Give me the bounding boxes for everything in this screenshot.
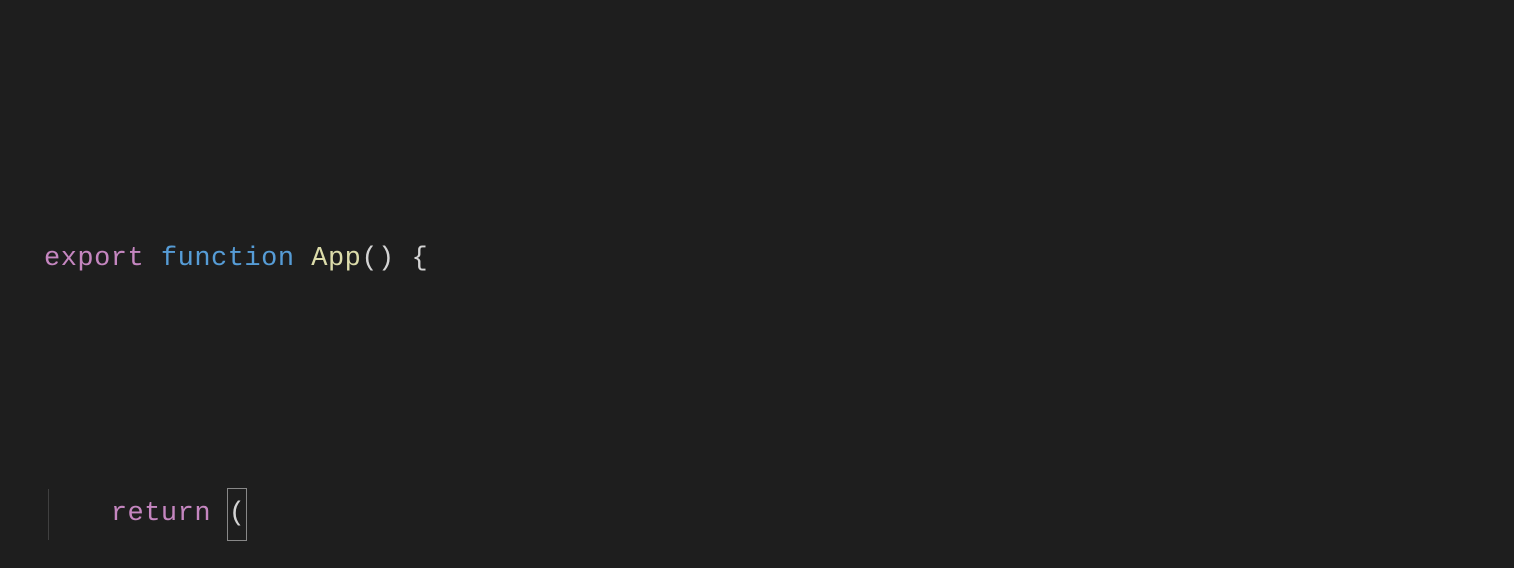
indent [44,489,111,540]
code-line[interactable]: return ( [44,489,1514,540]
keyword-export: export [44,234,144,285]
parens: () [361,234,394,285]
code-editor[interactable]: export function App() { return ( <Box ) … [0,0,1514,568]
code-line[interactable]: export function App() { [44,234,1514,285]
whitespace [295,234,312,285]
indent-guide [48,489,49,540]
whitespace [211,489,228,540]
whitespace [395,234,412,285]
keyword-return: return [111,489,211,540]
paren-open-matched: ( [227,488,248,541]
brace-open: { [411,234,428,285]
keyword-function: function [161,234,295,285]
function-name: App [311,234,361,285]
whitespace [144,234,161,285]
